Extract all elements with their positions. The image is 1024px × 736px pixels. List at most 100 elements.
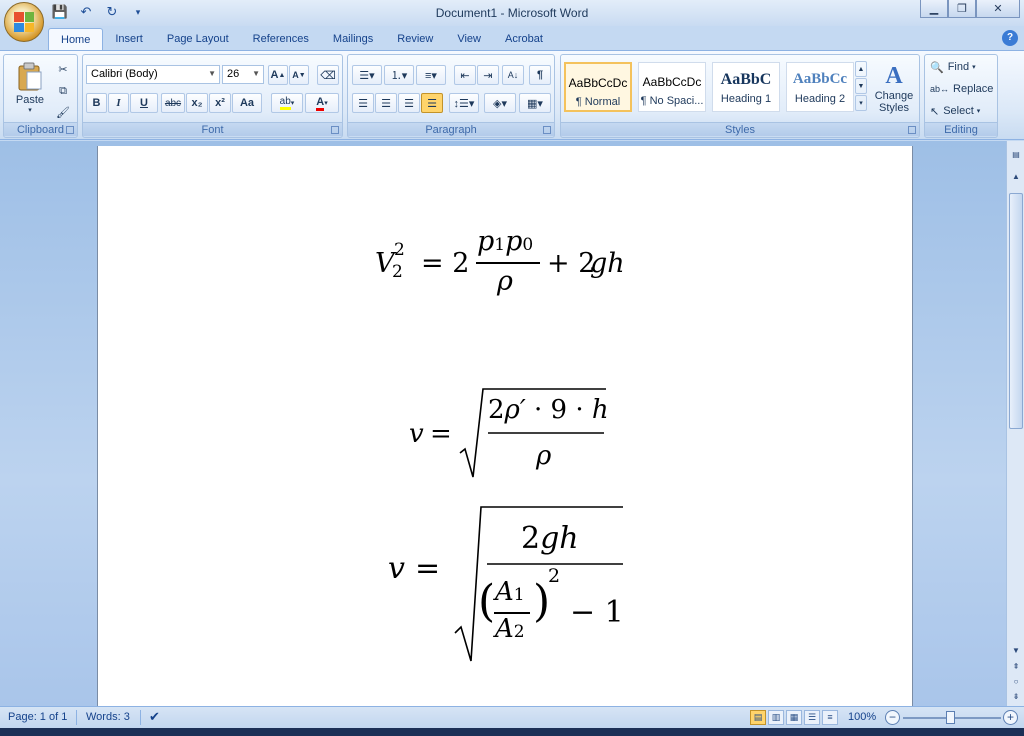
styles-scroll-down-icon[interactable]: ▼ <box>855 78 867 94</box>
vertical-scrollbar[interactable]: ▤ ▲ ▼ ⇞ ○ ⇟ <box>1006 141 1024 706</box>
taskbar <box>0 728 1024 736</box>
scroll-down-icon[interactable]: ▼ <box>1009 643 1023 657</box>
select-button[interactable]: ↖ Select ▾ <box>929 101 993 121</box>
word-count[interactable]: Words: 3 <box>86 711 130 723</box>
restore-button[interactable]: ❐ <box>948 0 976 18</box>
office-button[interactable] <box>4 2 44 42</box>
editing-group: 🔍 Find ▾ ab↔ Replace ↖ Select ▾ Editing <box>924 54 998 138</box>
zoom-in-icon[interactable]: + <box>1003 710 1018 725</box>
font-size-select[interactable]: 26 ▼ <box>222 65 264 84</box>
print-layout-view-icon[interactable]: ▤ <box>750 710 766 725</box>
tab-page-layout[interactable]: Page Layout <box>155 28 241 50</box>
style-name: ¶ Normal <box>575 96 621 108</box>
font-name-value: Calibri (Body) <box>91 68 158 80</box>
font-name-select[interactable]: Calibri (Body) ▼ <box>86 65 220 84</box>
paragraph-launcher-icon[interactable] <box>543 126 551 134</box>
bold-button[interactable]: B <box>86 93 107 113</box>
shrink-font-icon[interactable]: A ▼ <box>289 65 309 85</box>
underline-button[interactable]: U <box>130 93 158 113</box>
chevron-down-icon: ▾ <box>28 107 32 114</box>
tab-home[interactable]: Home <box>48 28 104 50</box>
subscript-button[interactable]: x₂ <box>186 93 208 113</box>
borders-icon[interactable]: ▦▾ <box>519 93 551 113</box>
grow-font-icon[interactable]: A ▲ <box>268 65 288 85</box>
zoom-level[interactable]: 100% <box>848 711 876 723</box>
equation-velocity-2[interactable]: v = 2gh ( A1 A2 ) 2 − 1 <box>383 501 643 666</box>
style-name: ¶ No Spaci... <box>640 95 704 107</box>
copy-icon[interactable]: ⧉ <box>54 81 72 101</box>
styles-more-icon[interactable]: ▾ <box>855 95 867 111</box>
change-styles-icon: A <box>885 62 903 89</box>
tab-references[interactable]: References <box>241 28 321 50</box>
tab-acrobat[interactable]: Acrobat <box>493 28 555 50</box>
italic-button[interactable]: I <box>108 93 129 113</box>
superscript-button[interactable]: x² <box>209 93 231 113</box>
page-count[interactable]: Page: 1 of 1 <box>8 711 67 723</box>
style-sample: AaBbCcDc <box>642 75 702 89</box>
equation-bernoulli[interactable]: V 2 2 = 2 p1p0 ρ + 2 gh <box>375 226 655 301</box>
ruler-toggle-icon[interactable]: ▤ <box>1009 147 1023 161</box>
shading-icon[interactable]: ◈▾ <box>484 93 516 113</box>
highlight-color-icon[interactable]: ab ▾ <box>271 93 303 113</box>
equation-velocity-1[interactable]: v = 2ρ′ · 9 · h ρ <box>406 381 616 486</box>
draft-view-icon[interactable]: ≡ <box>822 710 838 725</box>
paste-button[interactable]: Paste ▾ <box>8 57 52 119</box>
tab-view[interactable]: View <box>445 28 493 50</box>
scroll-up-icon[interactable]: ▲ <box>1009 169 1023 183</box>
clipboard-launcher-icon[interactable] <box>66 126 74 134</box>
justify-icon[interactable]: ☰ <box>421 93 443 113</box>
style-normal[interactable]: AaBbCcDc ¶ Normal <box>564 62 632 112</box>
style-name: Heading 2 <box>794 93 846 105</box>
document-area: V 2 2 = 2 p1p0 ρ + 2 gh v = 2ρ′ · 9 · h … <box>0 141 1006 706</box>
numbering-icon[interactable]: ⒈▾ <box>384 65 414 85</box>
font-launcher-icon[interactable] <box>331 126 339 134</box>
previous-page-icon[interactable]: ⇞ <box>1009 659 1023 673</box>
cut-icon[interactable]: ✂ <box>54 59 72 79</box>
change-case-button[interactable]: Aa <box>232 93 262 113</box>
align-center-icon[interactable]: ☰ <box>375 93 397 113</box>
show-formatting-marks-icon[interactable]: ¶ <box>529 65 551 85</box>
minimize-button[interactable]: ▁ <box>920 0 948 18</box>
full-screen-reading-icon[interactable]: ▥ <box>768 710 784 725</box>
styles-scroll-up-icon[interactable]: ▲ <box>855 61 867 77</box>
proofing-icon[interactable]: ✔ <box>149 709 160 725</box>
help-icon[interactable]: ? <box>1002 30 1018 46</box>
change-styles-button[interactable]: A Change Styles <box>871 57 917 119</box>
line-spacing-icon[interactable]: ↕☰▾ <box>449 93 479 113</box>
sort-icon[interactable]: A↓ <box>502 65 524 85</box>
select-browse-object-icon[interactable]: ○ <box>1009 674 1023 688</box>
align-left-icon[interactable]: ☰ <box>352 93 374 113</box>
decrease-indent-icon[interactable]: ⇤ <box>454 65 476 85</box>
bullets-icon[interactable]: ☰▾ <box>352 65 382 85</box>
status-bar: Page: 1 of 1 Words: 3 ✔ ▤ ▥ ▦ ☰ ≡ 100% −… <box>0 706 1024 728</box>
replace-button[interactable]: ab↔ Replace <box>929 79 993 99</box>
tab-review[interactable]: Review <box>385 28 445 50</box>
clipboard-group: Paste ▾ ✂ ⧉ 🖌 Clipboard <box>3 54 78 138</box>
format-painter-icon[interactable]: 🖌 <box>54 102 72 122</box>
font-color-icon[interactable]: A ▾ <box>305 93 339 113</box>
styles-launcher-icon[interactable] <box>908 126 916 134</box>
style-heading-1[interactable]: AaBbC Heading 1 <box>712 62 780 112</box>
close-button[interactable]: ✕ <box>976 0 1020 18</box>
next-page-icon[interactable]: ⇟ <box>1009 689 1023 703</box>
web-layout-icon[interactable]: ▦ <box>786 710 802 725</box>
outline-view-icon[interactable]: ☰ <box>804 710 820 725</box>
multilevel-list-icon[interactable]: ≡▾ <box>416 65 446 85</box>
scrollbar-thumb[interactable] <box>1009 193 1023 429</box>
tab-mailings[interactable]: Mailings <box>321 28 385 50</box>
change-styles-label: Change Styles <box>874 89 914 114</box>
zoom-slider-thumb[interactable] <box>946 711 955 724</box>
align-right-icon[interactable]: ☰ <box>398 93 420 113</box>
style-heading-2[interactable]: AaBbCc Heading 2 <box>786 62 854 112</box>
zoom-out-icon[interactable]: − <box>885 710 900 725</box>
font-group: Calibri (Body) ▼ 26 ▼ A ▲ A ▼ ⌫ B I U abc … <box>82 54 343 138</box>
clear-formatting-icon[interactable]: ⌫ <box>317 65 339 85</box>
style-no-spacing[interactable]: AaBbCcDc ¶ No Spaci... <box>638 62 706 112</box>
window-title: Document1 - Microsoft Word <box>435 6 589 20</box>
document-page[interactable]: V 2 2 = 2 p1p0 ρ + 2 gh v = 2ρ′ · 9 · h … <box>97 146 913 706</box>
increase-indent-icon[interactable]: ⇥ <box>477 65 499 85</box>
tab-insert[interactable]: Insert <box>103 28 155 50</box>
paragraph-group: ☰▾ ⒈▾ ≡▾ ⇤ ⇥ A↓ ¶ ☰ ☰ ☰ ☰ ↕☰▾ ◈▾ ▦▾ Para… <box>347 54 555 138</box>
strikethrough-button[interactable]: abc <box>161 93 185 113</box>
find-button[interactable]: 🔍 Find ▾ <box>929 57 993 77</box>
